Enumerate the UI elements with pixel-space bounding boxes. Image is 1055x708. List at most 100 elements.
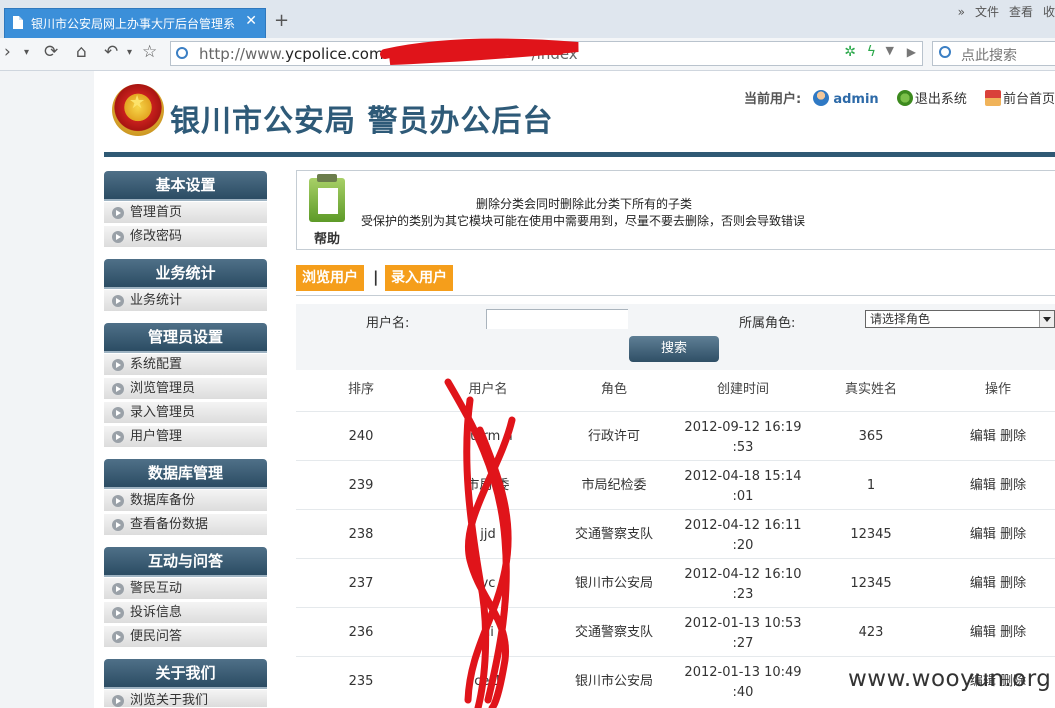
- cell-actions: 编辑 删除: [948, 412, 1048, 461]
- sidebar-item-change-password[interactable]: 修改密码: [104, 226, 267, 248]
- table-row: 237 yc 银川市公安局 2012-04-12 16:10:23 12345 …: [296, 558, 1055, 608]
- header-divider: [104, 152, 1055, 157]
- sidebar-group-database[interactable]: 数据库管理: [104, 459, 267, 487]
- header-username: 用户名: [468, 382, 508, 397]
- sidebar-group-admin[interactable]: 管理员设置: [104, 323, 267, 351]
- url-dropdown-icon[interactable]: ▼: [886, 44, 894, 57]
- edit-link[interactable]: 编辑: [970, 429, 996, 444]
- logout-link[interactable]: 退出系统: [915, 92, 967, 107]
- edit-link[interactable]: 编辑: [970, 527, 996, 542]
- header-order: 排序: [347, 382, 374, 397]
- cell-username: ui: [482, 625, 494, 640]
- sidebar-item-db-backup[interactable]: 数据库备份: [104, 490, 267, 512]
- sidebar-item-admin-home[interactable]: 管理首页: [104, 202, 267, 224]
- username-input[interactable]: [486, 309, 628, 329]
- sidebar-group-interaction[interactable]: 互动与问答: [104, 547, 267, 575]
- help-line-2: 受保护的类别为其它模块可能在使用中需要用到，尽量不要去删除，否则会导致错误: [361, 214, 806, 228]
- menu-favorites[interactable]: 收: [1043, 5, 1055, 19]
- forward-icon[interactable]: ›: [4, 42, 11, 62]
- sidebar-group-about[interactable]: 关于我们: [104, 659, 267, 687]
- delete-link[interactable]: 删除: [1000, 576, 1026, 591]
- tab-add-user[interactable]: 录入用户: [385, 265, 453, 291]
- sidebar-item-view-backups[interactable]: 查看备份数据: [104, 514, 267, 536]
- security-icon[interactable]: ✲: [844, 44, 856, 60]
- help-line-1: 删除分类会同时删除此分类下所有的子类: [476, 197, 693, 211]
- cell-username: jjd: [480, 527, 496, 542]
- browser-tab[interactable]: 银川市公安局网上办事大厅后台管理系 ✕: [4, 8, 266, 38]
- browser-search-input[interactable]: 点此搜索: [932, 41, 1055, 66]
- cell-order: 236: [348, 625, 374, 640]
- user-icon: [813, 90, 830, 106]
- cell-actions: 编辑 删除: [948, 559, 1048, 608]
- edit-link[interactable]: 编辑: [970, 625, 996, 640]
- table-row: 236 ui 交通警察支队 2012-01-13 10:53:27 423 编辑…: [296, 607, 1055, 657]
- delete-link[interactable]: 删除: [1000, 429, 1026, 444]
- history-dropdown-icon[interactable]: ▾: [24, 47, 29, 58]
- delete-link[interactable]: 删除: [1000, 478, 1026, 493]
- sidebar-item-police-interaction[interactable]: 警民互动: [104, 578, 267, 600]
- delete-link[interactable]: 删除: [1000, 527, 1026, 542]
- speed-mode-icon[interactable]: ϟ: [867, 44, 876, 60]
- cell-realname: 12345: [850, 527, 892, 542]
- bullet-icon: [112, 231, 124, 243]
- header-created: 创建时间: [716, 382, 769, 397]
- police-emblem-icon: [112, 84, 164, 136]
- search-button[interactable]: 搜索: [629, 336, 719, 362]
- sidebar-item-user-management[interactable]: 用户管理: [104, 426, 267, 448]
- sidebar-item-business-stats[interactable]: 业务统计: [104, 290, 267, 312]
- overflow-icon[interactable]: »: [958, 5, 965, 19]
- cell-order: 240: [348, 429, 374, 444]
- cell-order: 237: [348, 576, 374, 591]
- star-icon[interactable]: ☆: [142, 42, 157, 62]
- username-label: 用户名:: [366, 316, 410, 331]
- cell-order: 239: [348, 478, 374, 493]
- undo-dropdown-icon[interactable]: ▾: [127, 47, 132, 58]
- sidebar-group-basic[interactable]: 基本设置: [104, 171, 267, 199]
- bullet-icon: [112, 495, 124, 507]
- front-home-link[interactable]: 前台首页: [1003, 92, 1055, 107]
- tab-browse-users[interactable]: 浏览用户: [296, 265, 364, 291]
- sidebar-item-add-admin[interactable]: 录入管理员: [104, 402, 267, 424]
- bullet-icon: [112, 695, 124, 707]
- refresh-icon[interactable]: ⟳: [44, 42, 58, 62]
- new-tab-button[interactable]: +: [274, 10, 289, 31]
- sidebar-item-browse-admins[interactable]: 浏览管理员: [104, 378, 267, 400]
- bullet-icon: [112, 583, 124, 595]
- undo-icon[interactable]: ↶: [104, 42, 118, 62]
- sidebar-item-system-config[interactable]: 系统配置: [104, 354, 267, 376]
- url-prefix: http://www.: [199, 45, 286, 63]
- cell-realname: 423: [858, 625, 884, 640]
- cell-username: yc: [480, 576, 496, 591]
- bullet-icon: [112, 631, 124, 643]
- edit-link[interactable]: 编辑: [970, 576, 996, 591]
- cell-realname: 365: [858, 429, 884, 444]
- logout-icon: [896, 90, 913, 106]
- cell-created: 2012-01-13 10:53:27: [684, 616, 802, 651]
- sidebar-item-faq[interactable]: 便民问答: [104, 626, 267, 648]
- home-icon[interactable]: ⌂: [76, 42, 87, 62]
- cell-created: 2012-04-12 16:10:23: [684, 567, 802, 602]
- menu-file[interactable]: 文件: [975, 5, 999, 19]
- tab-close-icon[interactable]: ✕: [245, 13, 257, 29]
- header-actions: 操作: [984, 382, 1011, 397]
- url-input[interactable]: http://www.ycpolice.com/index ✲ ϟ ▼ ▶: [170, 41, 923, 66]
- header-realname: 真实姓名: [844, 382, 897, 397]
- chevron-down-icon: [1039, 311, 1054, 327]
- menu-view[interactable]: 查看: [1009, 5, 1033, 19]
- bullet-icon: [112, 607, 124, 619]
- sidebar-item-about[interactable]: 浏览关于我们: [104, 690, 267, 708]
- top-links: 当前用户: admin 退出系统 前台首页: [744, 88, 1055, 107]
- cell-role: 银川市公安局: [574, 674, 653, 689]
- cell-actions: 编辑 删除: [948, 510, 1048, 559]
- sidebar-item-complaints[interactable]: 投诉信息: [104, 602, 267, 624]
- sidebar-group-stats[interactable]: 业务统计: [104, 259, 267, 287]
- current-user[interactable]: admin: [833, 92, 878, 107]
- cell-role: 交通警察支队: [574, 625, 653, 640]
- cell-username: ce 1: [474, 674, 502, 689]
- go-icon[interactable]: ▶: [907, 45, 916, 59]
- edit-link[interactable]: 编辑: [970, 478, 996, 493]
- role-select[interactable]: 请选择角色: [865, 310, 1055, 328]
- current-user-label: 当前用户:: [744, 92, 802, 107]
- bullet-icon: [112, 207, 124, 219]
- delete-link[interactable]: 删除: [1000, 625, 1026, 640]
